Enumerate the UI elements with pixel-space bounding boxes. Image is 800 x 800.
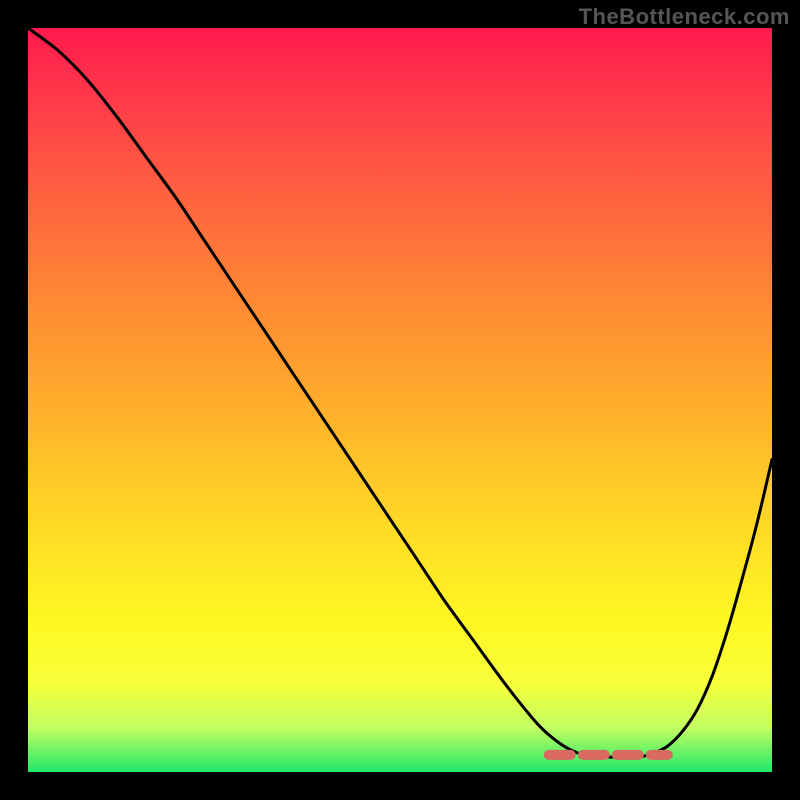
plot-area <box>28 28 772 772</box>
chart-frame: TheBottleneck.com <box>0 0 800 800</box>
bottleneck-curve <box>28 28 772 757</box>
watermark-text: TheBottleneck.com <box>579 4 790 30</box>
curve-svg <box>28 28 772 772</box>
